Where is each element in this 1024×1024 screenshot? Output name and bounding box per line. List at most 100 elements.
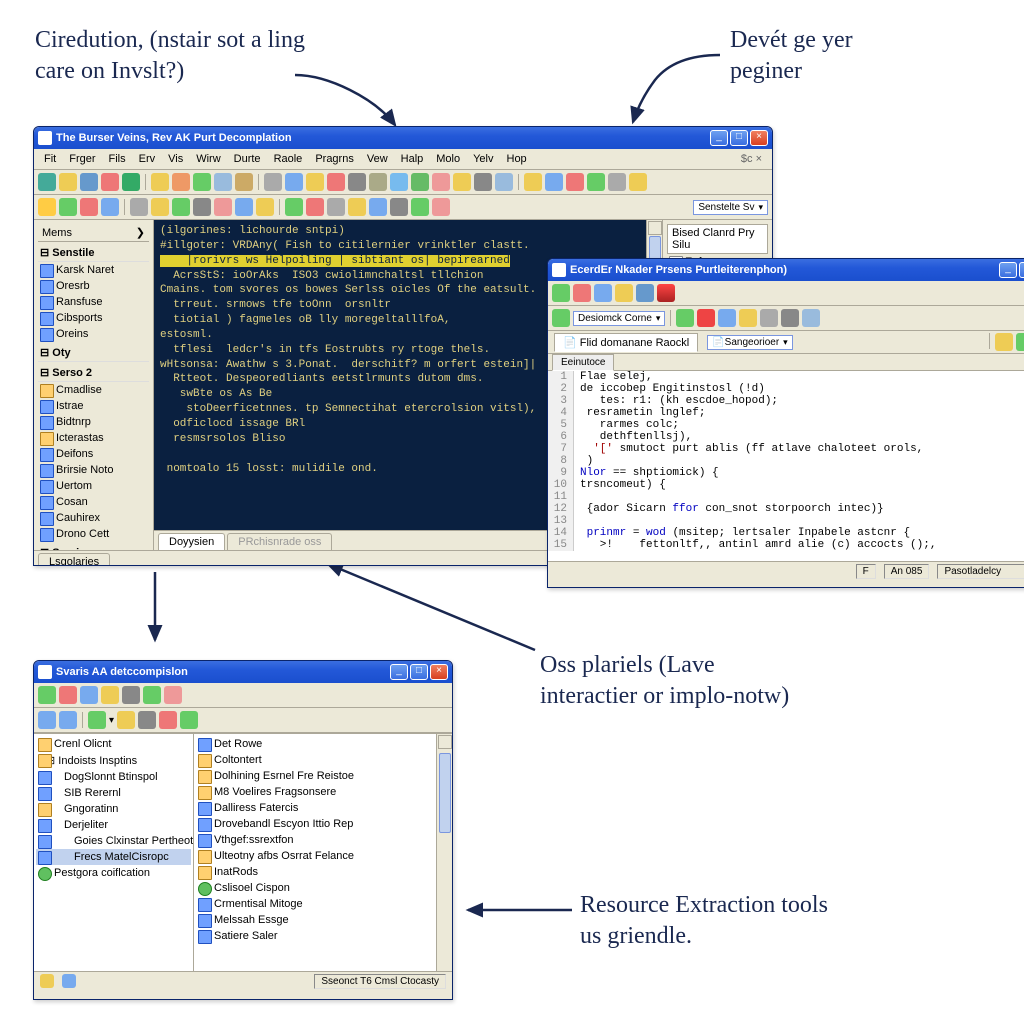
tb-icon[interactable] bbox=[59, 173, 77, 191]
list-header[interactable]: Det Rowe bbox=[196, 736, 434, 752]
tb-icon[interactable] bbox=[193, 198, 211, 216]
tb-icon[interactable] bbox=[545, 173, 563, 191]
tree-item[interactable]: Goies Clxinstar Pertheot bbox=[36, 833, 191, 849]
menu-item[interactable]: Erv bbox=[133, 151, 162, 167]
titlebar[interactable]: EcerdEr Nkader Prsens Purtleiterenphon) … bbox=[548, 259, 1024, 281]
tb-icon[interactable] bbox=[327, 173, 345, 191]
tree-item[interactable]: ⊟ Indoists Insptins bbox=[36, 752, 191, 769]
code-editor-light[interactable]: 1Flae selej,2de iccobep Engitinstosl (!d… bbox=[548, 371, 1024, 561]
tb-icon[interactable] bbox=[552, 284, 570, 302]
list-item[interactable]: Cslisoel Cispon bbox=[196, 880, 434, 896]
tb-icon[interactable] bbox=[80, 686, 98, 704]
tb-icon[interactable] bbox=[172, 173, 190, 191]
menu-item[interactable]: Fit bbox=[38, 151, 62, 167]
tree-item[interactable]: Cibsports bbox=[38, 310, 149, 326]
tb-icon[interactable] bbox=[995, 333, 1013, 351]
tb-icon[interactable] bbox=[38, 198, 56, 216]
tb-icon[interactable] bbox=[164, 686, 182, 704]
tb-icon[interactable] bbox=[587, 173, 605, 191]
close-button[interactable]: × bbox=[430, 664, 448, 680]
tb-icon[interactable] bbox=[369, 173, 387, 191]
list-item[interactable]: InatRods bbox=[196, 864, 434, 880]
tree-item[interactable]: Uertom bbox=[38, 478, 149, 494]
tb-icon[interactable] bbox=[143, 686, 161, 704]
menu-item[interactable]: Hop bbox=[501, 151, 533, 167]
combo-schedule[interactable]: Senstelte Sv bbox=[693, 200, 768, 215]
tb-icon[interactable] bbox=[1016, 333, 1024, 351]
tree-group[interactable]: ⊟ Srsvience bbox=[38, 544, 149, 550]
tree-item[interactable]: Brirsie Noto bbox=[38, 462, 149, 478]
bottom-status-tab[interactable]: Lsgolaries bbox=[38, 553, 110, 566]
tree-item[interactable]: SIB Rerernl bbox=[36, 785, 191, 801]
tb-icon[interactable] bbox=[739, 309, 757, 327]
list-item[interactable]: Crmentisal Mitoge bbox=[196, 896, 434, 912]
list-item[interactable]: Vthgef:ssrextfon bbox=[196, 832, 434, 848]
tb-icon[interactable] bbox=[348, 198, 366, 216]
menu-item[interactable]: Vis bbox=[162, 151, 189, 167]
tree-item[interactable]: Icterastas bbox=[38, 430, 149, 446]
tree-item[interactable]: Karsk Naret bbox=[38, 262, 149, 278]
tb-icon[interactable] bbox=[524, 173, 542, 191]
minimize-button[interactable]: _ bbox=[710, 130, 728, 146]
tree-item[interactable]: Gngoratinn bbox=[36, 801, 191, 817]
minimize-button[interactable]: _ bbox=[390, 664, 408, 680]
tb-icon[interactable] bbox=[80, 173, 98, 191]
combo-2[interactable]: 📄 Sangeorioer bbox=[707, 335, 792, 350]
tb-icon[interactable] bbox=[38, 686, 56, 704]
scrollbar[interactable] bbox=[436, 734, 452, 971]
tb-icon[interactable] bbox=[390, 198, 408, 216]
menu-item[interactable]: Halp bbox=[395, 151, 430, 167]
tb-icon[interactable] bbox=[411, 198, 429, 216]
tb-icon[interactable] bbox=[552, 309, 570, 327]
forward-icon[interactable] bbox=[59, 711, 77, 729]
minimize-button[interactable]: _ bbox=[999, 262, 1017, 278]
tb-icon[interactable] bbox=[369, 198, 387, 216]
tb-icon[interactable] bbox=[306, 198, 324, 216]
back-icon[interactable] bbox=[38, 711, 56, 729]
tb-icon[interactable] bbox=[101, 198, 119, 216]
maximize-button[interactable]: □ bbox=[410, 664, 428, 680]
tb-icon[interactable] bbox=[130, 198, 148, 216]
list-item[interactable]: Melssah Essge bbox=[196, 912, 434, 928]
tb-icon[interactable] bbox=[59, 198, 77, 216]
tree-item[interactable]: Crenl Olicnt bbox=[36, 736, 191, 752]
tb-icon[interactable] bbox=[59, 686, 77, 704]
tb-icon[interactable] bbox=[193, 173, 211, 191]
tb-icon[interactable] bbox=[474, 173, 492, 191]
tb-icon[interactable] bbox=[235, 173, 253, 191]
tb-icon[interactable] bbox=[151, 198, 169, 216]
menu-item[interactable]: Fils bbox=[103, 151, 132, 167]
tree-item[interactable]: Pestgora coiflcation bbox=[36, 865, 191, 881]
tb-icon[interactable] bbox=[676, 309, 694, 327]
menu-item[interactable]: Molo bbox=[430, 151, 466, 167]
tree-item[interactable]: Oreins bbox=[38, 326, 149, 342]
tb-icon[interactable] bbox=[781, 309, 799, 327]
tb-icon[interactable] bbox=[573, 284, 591, 302]
tb-icon[interactable] bbox=[122, 173, 140, 191]
tree-group[interactable]: ⊟ Serso 2 bbox=[38, 364, 149, 382]
maximize-button[interactable]: □ bbox=[1019, 262, 1024, 278]
tb-icon[interactable] bbox=[80, 198, 98, 216]
tree-item[interactable]: Cosan bbox=[38, 494, 149, 510]
tree-item[interactable]: Drono Cett bbox=[38, 526, 149, 542]
tb-icon[interactable] bbox=[138, 711, 156, 729]
tb-icon[interactable] bbox=[151, 173, 169, 191]
tb-icon[interactable] bbox=[88, 711, 106, 729]
tb-icon[interactable] bbox=[117, 711, 135, 729]
tree-item[interactable]: Oresrb bbox=[38, 278, 149, 294]
tree-item[interactable]: Ransfuse bbox=[38, 294, 149, 310]
tb-icon[interactable] bbox=[327, 198, 345, 216]
titlebar[interactable]: Svaris AA detccompislon _ □ × bbox=[34, 661, 452, 683]
menu-item[interactable]: Raole bbox=[268, 151, 309, 167]
tb-icon[interactable] bbox=[180, 711, 198, 729]
menu-item[interactable]: Durte bbox=[228, 151, 267, 167]
tb-icon[interactable] bbox=[285, 198, 303, 216]
list-item[interactable]: Ulteotny afbs Osrrat Felance bbox=[196, 848, 434, 864]
tab[interactable]: PRchisnrade oss bbox=[227, 533, 332, 550]
list-item[interactable]: M8 Voelires Fragsonsere bbox=[196, 784, 434, 800]
tb-icon[interactable] bbox=[38, 173, 56, 191]
tree-item[interactable]: Istrae bbox=[38, 398, 149, 414]
tb-icon[interactable] bbox=[629, 173, 647, 191]
tb-icon[interactable] bbox=[432, 173, 450, 191]
tree-item[interactable]: Derjeliter bbox=[36, 817, 191, 833]
